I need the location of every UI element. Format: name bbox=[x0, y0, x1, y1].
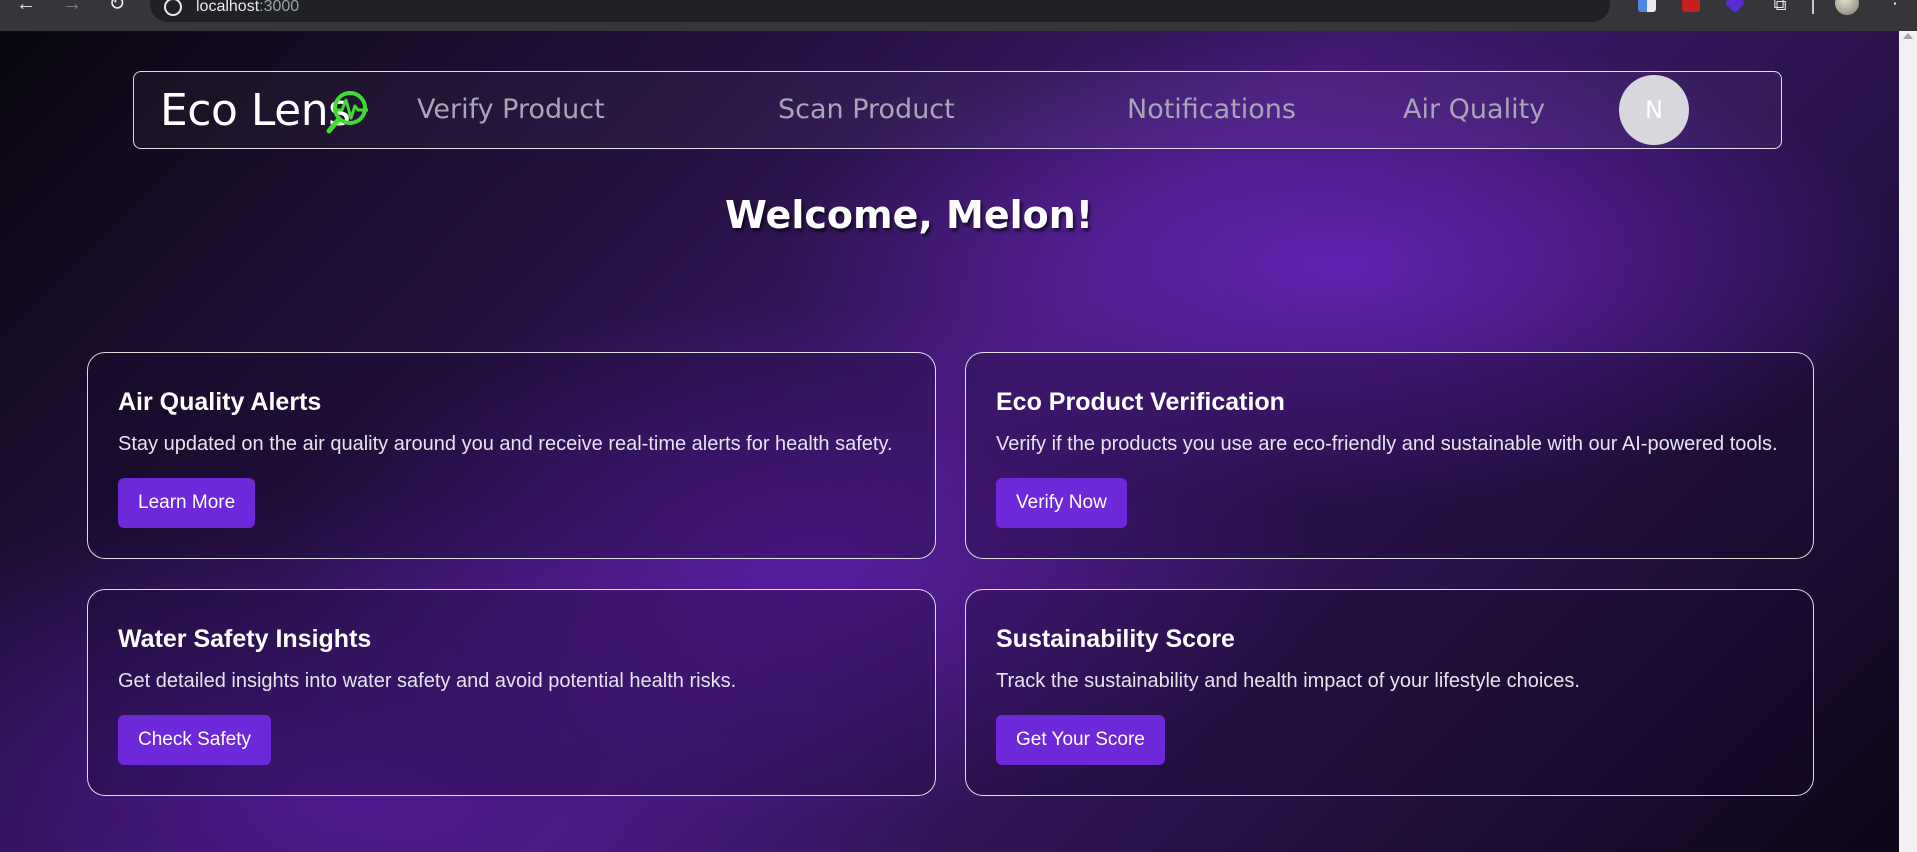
install-app-icon[interactable]: ▣ bbox=[1530, 0, 1550, 1]
password-key-icon[interactable]: ⚿ bbox=[1490, 0, 1510, 1]
card-water-safety: Water Safety Insights Get detailed insig… bbox=[87, 589, 936, 796]
card-description: Stay updated on the air quality around y… bbox=[118, 433, 893, 455]
card-title: Eco Product Verification bbox=[996, 388, 1285, 416]
extension-docs-icon[interactable] bbox=[1638, 0, 1656, 12]
scroll-up-arrow-icon[interactable] bbox=[1903, 33, 1913, 39]
site-info-icon[interactable] bbox=[164, 0, 182, 16]
extension-red-icon[interactable] bbox=[1682, 0, 1700, 12]
nav-scan-product[interactable]: Scan Product bbox=[778, 94, 955, 126]
bookmark-star-icon[interactable]: ☆ bbox=[1570, 0, 1590, 1]
profile-avatar-icon[interactable] bbox=[1835, 0, 1859, 15]
card-description: Track the sustainability and health impa… bbox=[996, 670, 1580, 692]
reload-icon[interactable]: ↻ bbox=[105, 0, 129, 18]
get-score-button[interactable]: Get Your Score bbox=[996, 715, 1165, 765]
learn-more-button[interactable]: Learn More bbox=[118, 478, 256, 528]
card-sustainability-score: Sustainability Score Track the sustainab… bbox=[965, 589, 1814, 796]
magnifier-pulse-icon bbox=[326, 91, 368, 134]
card-eco-verification: Eco Product Verification Verify if the p… bbox=[965, 352, 1814, 559]
verify-now-button[interactable]: Verify Now bbox=[996, 478, 1127, 528]
top-navbar: Eco Lens Verify Product Scan Product Not… bbox=[133, 71, 1782, 149]
welcome-heading: Welcome, Melon! bbox=[725, 193, 1094, 237]
card-title: Air Quality Alerts bbox=[118, 388, 322, 416]
nav-air-quality[interactable]: Air Quality bbox=[1403, 94, 1545, 126]
card-air-quality: Air Quality Alerts Stay updated on the a… bbox=[87, 352, 936, 559]
back-icon[interactable]: ← bbox=[14, 0, 38, 18]
address-bar[interactable]: localhost:3000 ▽ ⚿ ▣ ☆ bbox=[150, 0, 1610, 22]
check-safety-button[interactable]: Check Safety bbox=[118, 715, 271, 765]
page-body: Eco Lens Verify Product Scan Product Not… bbox=[0, 31, 1899, 852]
card-description: Get detailed insights into water safety … bbox=[118, 670, 737, 692]
card-title: Water Safety Insights bbox=[118, 625, 372, 653]
location-icon[interactable]: ▽ bbox=[1450, 0, 1470, 1]
forward-icon[interactable]: → bbox=[60, 0, 84, 18]
browser-toolbar: ← → ↻ localhost:3000 ▽ ⚿ ▣ ☆ ⧉ ⋮ bbox=[0, 0, 1917, 31]
nav-notifications[interactable]: Notifications bbox=[1127, 94, 1296, 126]
url-text[interactable]: localhost:3000 bbox=[196, 0, 299, 15]
page-scrollbar[interactable] bbox=[1899, 31, 1917, 852]
card-title: Sustainability Score bbox=[996, 625, 1235, 653]
nav-verify-product[interactable]: Verify Product bbox=[417, 94, 605, 126]
toolbar-divider bbox=[1812, 0, 1814, 14]
logo-text[interactable]: Eco Lens bbox=[160, 86, 351, 136]
user-avatar[interactable]: N bbox=[1619, 75, 1689, 145]
card-description: Verify if the products you use are eco-f… bbox=[996, 433, 1778, 455]
extension-purple-icon[interactable] bbox=[1724, 0, 1746, 14]
extensions-puzzle-icon[interactable]: ⧉ bbox=[1770, 0, 1790, 15]
